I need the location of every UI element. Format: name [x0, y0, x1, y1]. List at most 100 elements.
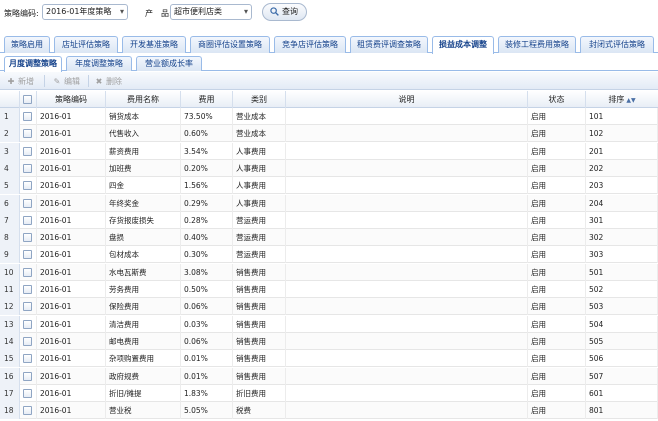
row-checkbox[interactable] [23, 198, 32, 208]
strategy-code-select[interactable]: 2016-01年度策略 ▾ [42, 4, 128, 20]
row-number: 6 [0, 194, 20, 212]
cell-description [286, 211, 528, 229]
cell-order: 502 [586, 281, 658, 298]
cell-order: 505 [586, 332, 658, 350]
row-number: 14 [0, 332, 20, 350]
table-row[interactable]: 13 2016-01 清洁费用 0.03% 销售费用 启用 504 [0, 315, 658, 333]
cell-code: 2016-01 [37, 367, 106, 385]
row-select-cell [20, 246, 37, 264]
cell-category: 营运费用 [233, 211, 286, 229]
tab-competitor-evaluation[interactable]: 竞争店评估策略 [274, 36, 346, 53]
row-checkbox[interactable] [23, 302, 32, 312]
cell-description [286, 246, 528, 264]
tab-site-evaluation[interactable]: 店址评估策略 [54, 36, 118, 53]
cell-description [286, 108, 528, 125]
cell-category: 税费 [233, 402, 286, 420]
table-row[interactable]: 5 2016-01 四金 1.56% 人事费用 启用 203 [0, 177, 658, 195]
cell-cost: 0.30% [181, 246, 233, 264]
cell-order: 302 [586, 229, 658, 247]
add-button[interactable]: ✚ 新增 [6, 75, 34, 88]
secondary-tab-strip: 月度调整策略 年度调整策略 营业额成长率 [0, 55, 658, 72]
row-checkbox[interactable] [23, 336, 32, 346]
table-row[interactable]: 1 2016-01 销货成本 73.50% 营业成本 启用 101 [0, 108, 658, 125]
tab-development-baseline[interactable]: 开发基准策略 [122, 36, 186, 53]
cell-status: 启用 [528, 350, 586, 368]
table-row[interactable]: 2 2016-01 代售收入 0.60% 营业成本 启用 102 [0, 125, 658, 143]
tab-rent-survey[interactable]: 租赁费评调查策略 [350, 36, 428, 53]
tab-closed-evaluation[interactable]: 封闭式评估策略 [580, 36, 654, 53]
column-header-description[interactable]: 说明 [286, 91, 528, 108]
row-checkbox[interactable] [23, 181, 32, 191]
row-checkbox[interactable] [23, 129, 32, 139]
cell-status: 启用 [528, 142, 586, 160]
table-row[interactable]: 18 2016-01 营业税 5.05% 税费 启用 801 [0, 402, 658, 420]
column-header-category[interactable]: 类别 [233, 91, 286, 108]
table-row[interactable]: 10 2016-01 水电瓦斯费 3.08% 销售费用 启用 501 [0, 263, 658, 281]
tab-revenue-growth[interactable]: 营业额成长率 [136, 56, 202, 71]
cell-name: 邮电费用 [106, 332, 181, 350]
table-row[interactable]: 11 2016-01 劳务费用 0.50% 销售费用 启用 502 [0, 281, 658, 298]
row-checkbox[interactable] [23, 233, 32, 243]
row-checkbox[interactable] [23, 267, 32, 277]
query-button[interactable]: 查询 [262, 3, 307, 21]
column-header-name[interactable]: 费用名称 [106, 91, 181, 108]
cell-status: 启用 [528, 211, 586, 229]
cell-order: 801 [586, 402, 658, 420]
table-row[interactable]: 17 2016-01 折旧/摊提 1.83% 折旧费用 启用 601 [0, 384, 658, 402]
select-all-checkbox[interactable] [23, 95, 32, 104]
column-header-order[interactable]: 排序 ▲▼ [586, 91, 658, 108]
tab-strategy-enable[interactable]: 策略启用 [4, 36, 50, 53]
chevron-down-icon[interactable]: ▾ [120, 5, 124, 19]
row-checkbox[interactable] [23, 319, 32, 329]
cell-category: 销售费用 [233, 332, 286, 350]
table-row[interactable]: 9 2016-01 包材成本 0.30% 营运费用 启用 303 [0, 246, 658, 264]
row-checkbox[interactable] [23, 215, 32, 225]
table-row[interactable]: 6 2016-01 年终奖金 0.29% 人事费用 启用 204 [0, 194, 658, 212]
tab-profit-cost-adjustment[interactable]: 损益成本调整 [432, 36, 494, 54]
cell-cost: 0.40% [181, 229, 233, 247]
delete-button-label: 删除 [106, 77, 122, 86]
cell-order: 202 [586, 159, 658, 177]
column-header-cost[interactable]: 费用 [181, 91, 233, 108]
table-row[interactable]: 3 2016-01 薪资费用 3.54% 人事费用 启用 201 [0, 142, 658, 160]
pencil-icon: ✎ [53, 77, 61, 86]
table-row[interactable]: 16 2016-01 政府规费 0.01% 销售费用 启用 507 [0, 367, 658, 385]
cell-code: 2016-01 [37, 211, 106, 229]
product-label: 产 品: [145, 9, 172, 18]
column-header-code[interactable]: 策略编码 [37, 91, 106, 108]
row-checkbox[interactable] [23, 285, 32, 294]
table-row[interactable]: 14 2016-01 邮电费用 0.06% 销售费用 启用 505 [0, 332, 658, 350]
tab-trade-area-settings[interactable]: 商圈评估设置策略 [190, 36, 270, 53]
tab-monthly-adjustment[interactable]: 月度调整策略 [4, 56, 62, 72]
table-row[interactable]: 4 2016-01 加班费 0.20% 人事费用 启用 202 [0, 159, 658, 177]
row-checkbox[interactable] [23, 388, 32, 398]
table-row[interactable]: 8 2016-01 盘损 0.40% 营运费用 启用 302 [0, 229, 658, 247]
cell-status: 启用 [528, 159, 586, 177]
row-checkbox[interactable] [23, 371, 32, 381]
row-checkbox[interactable] [23, 163, 32, 173]
row-checkbox[interactable] [23, 112, 32, 121]
tab-renovation-cost[interactable]: 装修工程费用策略 [498, 36, 576, 53]
row-number: 10 [0, 263, 20, 281]
cell-cost: 0.01% [181, 367, 233, 385]
cell-cost: 5.05% [181, 402, 233, 420]
table-row[interactable]: 7 2016-01 存货报废损失 0.28% 营运费用 启用 301 [0, 211, 658, 229]
row-select-cell [20, 108, 37, 125]
cell-name: 包材成本 [106, 246, 181, 264]
row-checkbox[interactable] [23, 406, 32, 416]
row-checkbox[interactable] [23, 250, 32, 260]
table-row[interactable]: 15 2016-01 杂项购置费用 0.01% 销售费用 启用 506 [0, 350, 658, 368]
table-row[interactable]: 12 2016-01 保险费用 0.06% 销售费用 启用 503 [0, 298, 658, 316]
tab-annual-adjustment[interactable]: 年度调整策略 [66, 56, 132, 71]
edit-button[interactable]: ✎ 编辑 [52, 75, 80, 88]
delete-button[interactable]: ✖ 删除 [94, 75, 122, 88]
column-header-status[interactable]: 状态 [528, 91, 586, 108]
cell-description [286, 125, 528, 143]
product-select[interactable]: 超市便利店类 ▾ [170, 4, 252, 20]
chevron-down-icon[interactable]: ▾ [244, 5, 248, 19]
row-checkbox[interactable] [23, 146, 32, 156]
filter-bar: 策略编码: 2016-01年度策略 ▾ 产 品: 超市便利店类 ▾ 查询 [0, 0, 658, 30]
cell-category: 折旧费用 [233, 384, 286, 402]
cell-name: 薪资费用 [106, 142, 181, 160]
row-checkbox[interactable] [23, 354, 32, 364]
